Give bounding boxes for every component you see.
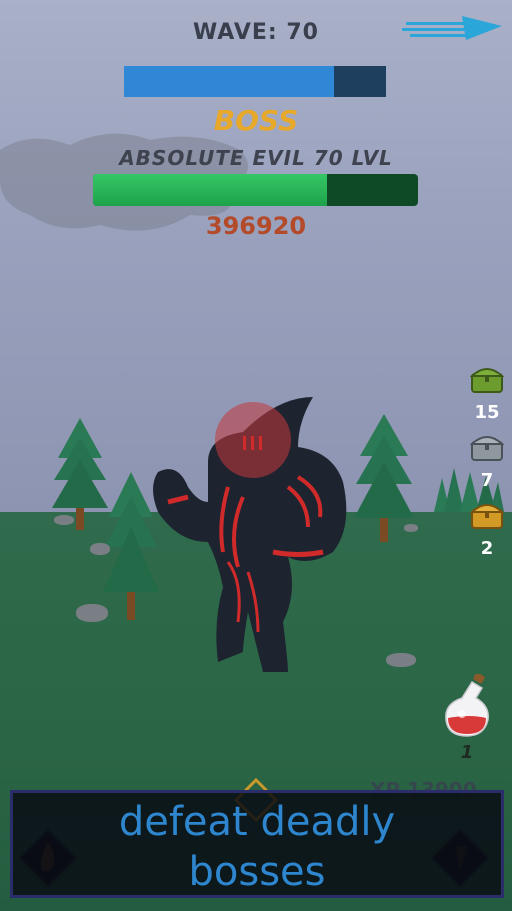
silver-chest-count: 7 [480,470,494,491]
rock [54,515,74,525]
rock [76,604,108,622]
wave-progress-fill [124,66,334,97]
boss-health-fill [93,174,327,206]
green-chest-count: 15 [474,402,500,423]
rock [404,524,418,532]
potion-count: 1 [460,742,474,763]
promo-line-1: defeat deadly [118,799,396,845]
green-chest-icon[interactable] [470,364,504,394]
silver-chest-icon[interactable] [470,432,504,462]
boss-health-bar [93,174,418,206]
promo-line-2: bosses [188,849,326,895]
red-potion-icon[interactable] [440,674,494,740]
rock [386,653,416,667]
boss-name: ABSOLUTE EVIL 70 LVL [119,146,393,170]
gold-chest-count: 2 [480,538,494,559]
wave-progress-bar [124,66,386,97]
gold-chest-icon[interactable] [470,500,504,530]
boss-health-value: 396920 [205,212,307,240]
pine-tree [52,418,108,530]
promo-banner-text: defeat deadly bosses [13,793,501,897]
rock [90,543,110,555]
pine-tree [354,414,414,542]
fast-forward-arrow-icon[interactable] [402,14,502,42]
boss-tag: BOSS [213,104,299,137]
boss-monster[interactable] [148,392,354,677]
promo-banner: defeat deadly bosses [10,790,504,898]
